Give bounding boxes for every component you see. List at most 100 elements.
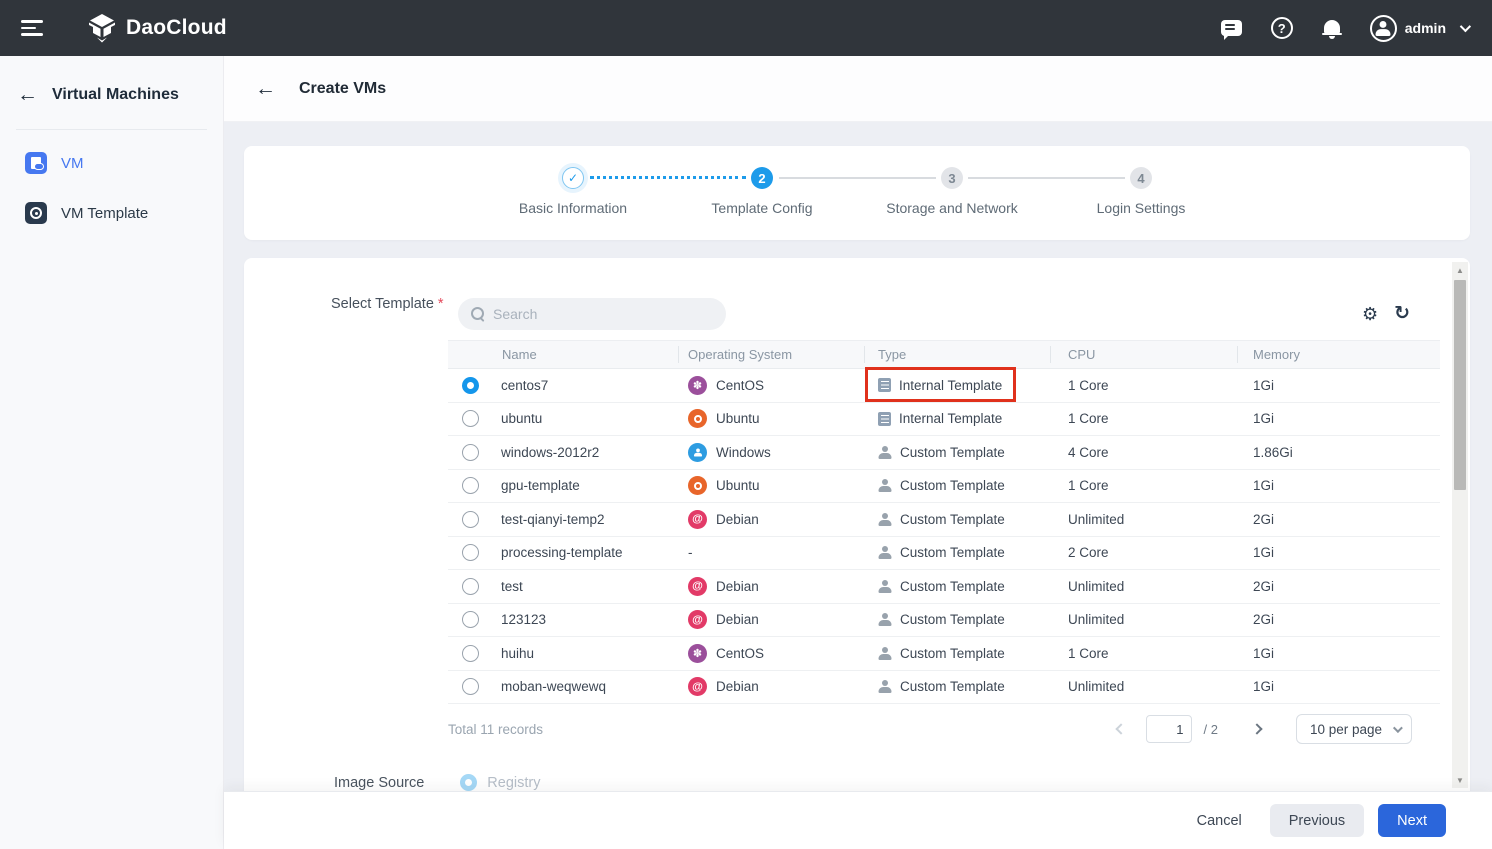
step-connector xyxy=(779,177,936,179)
table-row[interactable]: test-qianyi-temp2 @Debian Custom Templat… xyxy=(448,503,1440,537)
table-row[interactable]: centos7 ✽CentOS Internal Template 1 Core… xyxy=(448,369,1440,403)
step-4-label: Login Settings xyxy=(1046,200,1236,216)
sidebar: ← Virtual Machines VM VM Template xyxy=(0,56,224,849)
step-1-label: Basic Information xyxy=(478,200,668,216)
table-row[interactable]: test @Debian Custom Template Unlimited 2… xyxy=(448,570,1440,604)
custom-template-icon xyxy=(878,513,892,526)
memory-value: 1Gi xyxy=(1253,378,1274,393)
sidebar-item-vm[interactable]: VM xyxy=(0,138,223,188)
registry-radio[interactable] xyxy=(460,774,477,791)
vertical-scrollbar[interactable]: ▲ ▼ xyxy=(1452,262,1468,788)
template-type: Custom Template xyxy=(900,579,1005,594)
template-config-form: Select Template* ⚙ ↻ Name Operating Syst… xyxy=(244,258,1470,849)
step-2-label: Template Config xyxy=(667,200,857,216)
memory-value: 2Gi xyxy=(1253,512,1274,527)
template-type: Custom Template xyxy=(900,478,1005,493)
step-2-circle: 2 xyxy=(751,167,773,189)
registry-label: Registry xyxy=(487,775,540,791)
table-header: Name Operating System Type CPU Memory xyxy=(448,340,1440,369)
search-icon xyxy=(471,307,485,321)
row-radio[interactable] xyxy=(462,511,479,528)
page-total: / 2 xyxy=(1204,722,1218,737)
table-row[interactable]: moban-weqwewq @Debian Custom Template Un… xyxy=(448,671,1440,705)
table-settings-gear-icon[interactable]: ⚙ xyxy=(1362,305,1378,323)
search-input-wrap xyxy=(458,298,726,330)
template-name: moban-weqwewq xyxy=(501,679,606,694)
sidebar-title: Virtual Machines xyxy=(52,86,179,104)
scrollbar-thumb[interactable] xyxy=(1454,280,1466,490)
vm-template-icon xyxy=(25,202,47,224)
step-connector xyxy=(590,176,746,179)
total-records: Total 11 records xyxy=(448,722,543,737)
scroll-down-arrow-icon[interactable]: ▼ xyxy=(1452,772,1468,788)
messages-icon[interactable] xyxy=(1220,16,1244,40)
stepper: ✓ 2 3 4 Basic Information Template Confi… xyxy=(244,146,1470,240)
os-ubuntu-icon xyxy=(688,409,707,428)
brand-logo: DaoCloud xyxy=(87,13,227,43)
row-radio[interactable] xyxy=(462,544,479,561)
sidebar-back-button[interactable]: ← xyxy=(17,84,38,105)
table-footer: Total 11 records / 2 10 per page xyxy=(448,704,1440,750)
row-radio[interactable] xyxy=(462,578,479,595)
template-type: Custom Template xyxy=(900,512,1005,527)
table-refresh-icon[interactable]: ↻ xyxy=(1394,304,1410,323)
previous-button[interactable]: Previous xyxy=(1270,804,1364,837)
sidebar-item-vm-template[interactable]: VM Template xyxy=(0,188,223,238)
page-number-input[interactable] xyxy=(1146,715,1192,743)
row-radio[interactable] xyxy=(462,477,479,494)
row-radio[interactable] xyxy=(462,611,479,628)
template-type: Custom Template xyxy=(900,646,1005,661)
menu-toggle-icon[interactable] xyxy=(21,16,45,40)
os-name: CentOS xyxy=(716,378,764,393)
step-1-check-icon: ✓ xyxy=(562,167,584,189)
custom-template-icon xyxy=(878,546,892,559)
cpu-value: 1 Core xyxy=(1068,411,1109,426)
scroll-up-arrow-icon[interactable]: ▲ xyxy=(1452,262,1468,278)
template-table: ⚙ ↻ Name Operating System Type CPU Memor… xyxy=(448,298,1440,750)
select-template-label: Select Template* xyxy=(331,296,444,312)
cancel-button[interactable]: Cancel xyxy=(1183,804,1256,837)
table-row[interactable]: processing-template - Custom Template 2 … xyxy=(448,537,1440,571)
row-radio[interactable] xyxy=(462,645,479,662)
prev-page-button[interactable] xyxy=(1108,725,1134,733)
row-radio[interactable] xyxy=(462,377,479,394)
memory-value: 1Gi xyxy=(1253,411,1274,426)
row-radio[interactable] xyxy=(462,444,479,461)
template-type: Custom Template xyxy=(900,545,1005,560)
username: admin xyxy=(1405,20,1446,36)
page-size-select[interactable]: 10 per page xyxy=(1296,714,1412,744)
help-icon[interactable]: ? xyxy=(1270,16,1294,40)
memory-value: 1Gi xyxy=(1253,646,1274,661)
next-button[interactable]: Next xyxy=(1378,804,1446,837)
notifications-bell-icon[interactable] xyxy=(1320,16,1344,40)
next-page-button[interactable] xyxy=(1244,725,1270,733)
column-header-type: Type xyxy=(864,341,1050,368)
page-size-value: 10 per page xyxy=(1310,722,1382,737)
os-name: Debian xyxy=(716,579,759,594)
template-type: Custom Template xyxy=(900,679,1005,694)
row-radio[interactable] xyxy=(462,410,479,427)
table-row[interactable]: 123123 @Debian Custom Template Unlimited… xyxy=(448,604,1440,638)
table-row[interactable]: gpu-template Ubuntu Custom Template 1 Co… xyxy=(448,470,1440,504)
step-connector xyxy=(968,177,1125,179)
os-name: Debian xyxy=(716,612,759,627)
cpu-value: 1 Core xyxy=(1068,646,1109,661)
template-type: Custom Template xyxy=(900,445,1005,460)
table-row[interactable]: ubuntu Ubuntu Internal Template 1 Core 1… xyxy=(448,403,1440,437)
template-name: huihu xyxy=(501,646,534,661)
memory-value: 1Gi xyxy=(1253,478,1274,493)
template-name: windows-2012r2 xyxy=(501,445,599,460)
column-header-name: Name xyxy=(448,341,678,368)
table-row[interactable]: windows-2012r2 Windows Custom Template 4… xyxy=(448,436,1440,470)
row-radio[interactable] xyxy=(462,678,479,695)
user-menu[interactable]: admin xyxy=(1370,15,1468,42)
search-input[interactable] xyxy=(493,306,693,322)
cpu-value: 4 Core xyxy=(1068,445,1109,460)
os-name: Debian xyxy=(716,512,759,527)
cpu-value: Unlimited xyxy=(1068,512,1124,527)
page-title: Create VMs xyxy=(299,80,386,98)
table-row[interactable]: huihu ✽CentOS Custom Template 1 Core 1Gi xyxy=(448,637,1440,671)
page-back-button[interactable]: ← xyxy=(255,78,276,99)
step-3-label: Storage and Network xyxy=(857,200,1047,216)
page-header: ← Create VMs xyxy=(224,56,1492,122)
